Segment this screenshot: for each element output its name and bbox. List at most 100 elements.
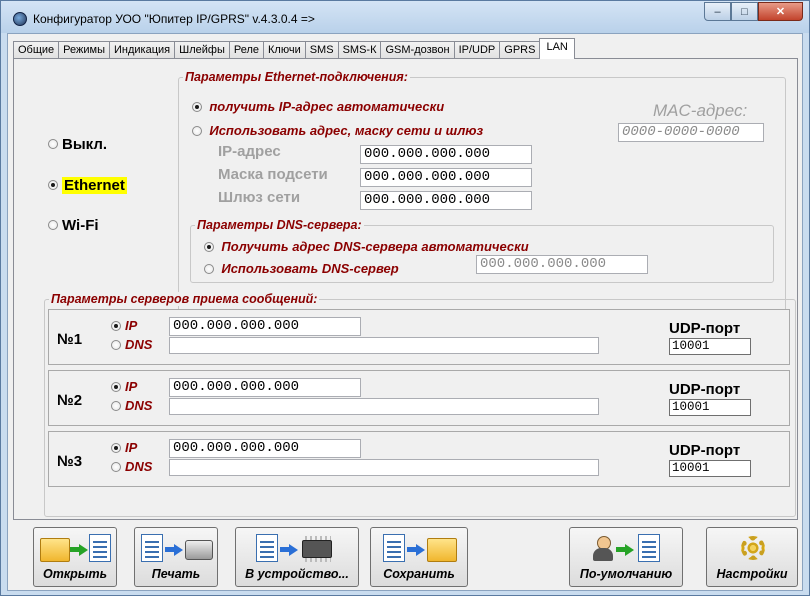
print-label: Печать	[151, 567, 201, 581]
title-bar[interactable]: Конфигуратор УОО "Юпитер IP/GPRS" v.4.3.…	[1, 1, 809, 33]
server-1-ip-radio[interactable]	[111, 320, 121, 331]
radio-ethernet[interactable]	[48, 180, 58, 191]
print-icon	[141, 534, 213, 564]
server-3-dns-radio[interactable]	[111, 461, 121, 472]
tab-modes[interactable]: Режимы	[58, 41, 110, 59]
tab-indication[interactable]: Индикация	[109, 41, 176, 59]
server-3-udp-port-field[interactable]: 10001	[669, 460, 751, 477]
server-1-dns-option[interactable]: DNS	[111, 337, 152, 352]
print-button[interactable]: Печать	[134, 527, 218, 587]
server-3-panel: №3 IP DNS 000.000.000.000 UDP-порт 10001	[48, 431, 790, 487]
defaults-label: По-умолчанию	[579, 567, 673, 581]
server-2-dns-label: DNS	[125, 398, 153, 414]
to-device-label: В устройство...	[245, 567, 349, 581]
server-1-udp-port-field[interactable]: 10001	[669, 338, 751, 355]
eth-manual-radio[interactable]	[192, 125, 202, 136]
ip-label: IP-адрес	[218, 143, 281, 160]
server-1-ip-option[interactable]: IP	[111, 318, 137, 333]
eth-manual-label: Использовать адрес, маску сети и шлюз	[209, 123, 484, 139]
server-2-number: №2	[57, 392, 83, 409]
client-area: Общие Режимы Индикация Шлейфы Реле Ключи…	[7, 33, 803, 591]
tab-strip: Общие Режимы Индикация Шлейфы Реле Ключи…	[13, 38, 575, 59]
app-window: Конфигуратор УОО "Юпитер IP/GPRS" v.4.3.…	[0, 0, 810, 596]
tab-loops[interactable]: Шлейфы	[174, 41, 230, 59]
close-icon: ✕	[775, 6, 786, 18]
tab-ip-udp[interactable]: IP/UDP	[453, 41, 501, 59]
dns-server-field[interactable]: 000.000.000.000	[476, 255, 648, 274]
server-2-panel: №2 IP DNS 000.000.000.000 UDP-порт 10001	[48, 370, 790, 426]
save-icon	[383, 534, 459, 564]
mac-field[interactable]: 0000-0000-0000	[618, 123, 764, 142]
mode-off-label: Выкл.	[62, 135, 108, 153]
tab-relay[interactable]: Реле	[228, 41, 264, 59]
tab-lan[interactable]: LAN	[539, 38, 575, 59]
app-icon	[13, 12, 27, 26]
tab-gsm-dial[interactable]: GSM-дозвон	[380, 41, 455, 59]
server-2-dns-option[interactable]: DNS	[111, 398, 152, 413]
to-device-button[interactable]: В устройство...	[235, 527, 359, 587]
server-3-dns-label: DNS	[125, 459, 153, 475]
settings-button[interactable]: Настройки	[706, 527, 798, 587]
mode-wifi-label: Wi-Fi	[62, 216, 99, 234]
dns-manual-radio[interactable]	[204, 263, 214, 274]
server-3-dns-field[interactable]	[169, 459, 599, 476]
maximize-button[interactable]: □	[731, 2, 758, 21]
open-button[interactable]: Открыть	[33, 527, 117, 587]
mode-ethernet-label: Ethernet	[62, 176, 127, 194]
server-2-ip-option[interactable]: IP	[111, 379, 137, 394]
server-2-udp-label: UDP-порт	[669, 381, 741, 398]
bottom-toolbar: Открыть Печать В устройство... Сохранить…	[8, 524, 802, 590]
server-1-number: №1	[57, 331, 83, 348]
subnet-mask-field[interactable]: 000.000.000.000	[360, 168, 532, 187]
save-label: Сохранить	[383, 567, 455, 581]
radio-wifi[interactable]	[48, 220, 58, 231]
tab-gprs[interactable]: GPRS	[499, 41, 541, 59]
ethernet-legend: Параметры Ethernet-подключения:	[183, 70, 410, 84]
server-3-dns-option[interactable]: DNS	[111, 459, 152, 474]
eth-auto-radio[interactable]	[192, 101, 202, 112]
tab-sms-k[interactable]: SMS-К	[337, 41, 382, 59]
radio-off[interactable]	[48, 139, 58, 150]
server-1-dns-field[interactable]	[169, 337, 599, 354]
tab-sms[interactable]: SMS	[304, 41, 339, 59]
minimize-icon: –	[714, 5, 721, 18]
minimize-button[interactable]: –	[704, 2, 731, 21]
server-2-dns-field[interactable]	[169, 398, 599, 415]
server-1-dns-radio[interactable]	[111, 339, 121, 350]
tab-keys[interactable]: Ключи	[263, 41, 306, 59]
dns-auto-option[interactable]: Получить адрес DNS-сервера автоматически	[204, 239, 529, 254]
server-2-ip-field[interactable]: 000.000.000.000	[169, 378, 361, 397]
tab-general[interactable]: Общие	[13, 41, 60, 59]
server-3-ip-radio[interactable]	[111, 442, 121, 453]
server-1-panel: №1 IP DNS 000.000.000.000 UDP-порт 10001	[48, 309, 790, 365]
lan-page: Выкл. Ethernet Wi-Fi Параметры Ethernet-…	[13, 58, 798, 520]
close-button[interactable]: ✕	[758, 2, 803, 21]
server-2-dns-radio[interactable]	[111, 400, 121, 411]
dns-auto-radio[interactable]	[204, 241, 214, 252]
server-3-ip-field[interactable]: 000.000.000.000	[169, 439, 361, 458]
server-1-udp-label: UDP-порт	[669, 320, 741, 337]
maximize-icon: □	[741, 5, 748, 18]
server-3-ip-option[interactable]: IP	[111, 440, 137, 455]
dns-manual-label: Использовать DNS-сервер	[221, 261, 399, 277]
server-1-ip-label: IP	[125, 318, 138, 334]
server-2-ip-radio[interactable]	[111, 381, 121, 392]
server-2-ip-label: IP	[125, 379, 138, 395]
gateway-field[interactable]: 000.000.000.000	[360, 191, 532, 210]
ip-address-field[interactable]: 000.000.000.000	[360, 145, 532, 164]
server-1-ip-field[interactable]: 000.000.000.000	[169, 317, 361, 336]
servers-legend: Параметры серверов приема сообщений:	[49, 292, 320, 306]
mode-wifi-radio[interactable]: Wi-Fi	[48, 216, 99, 234]
server-3-number: №3	[57, 453, 83, 470]
dns-manual-option[interactable]: Использовать DNS-сервер	[204, 261, 399, 276]
mode-off-radio[interactable]: Выкл.	[48, 135, 107, 153]
eth-manual-option[interactable]: Использовать адрес, маску сети и шлюз	[192, 123, 483, 138]
defaults-button[interactable]: По-умолчанию	[569, 527, 683, 587]
server-2-udp-port-field[interactable]: 10001	[669, 399, 751, 416]
mode-ethernet-radio[interactable]: Ethernet	[48, 176, 127, 194]
save-button[interactable]: Сохранить	[370, 527, 468, 587]
eth-auto-option[interactable]: получить IP-адрес автоматически	[192, 99, 444, 114]
window-controls: – □ ✕	[704, 2, 803, 21]
server-3-udp-label: UDP-порт	[669, 442, 741, 459]
server-1-dns-label: DNS	[125, 337, 153, 353]
